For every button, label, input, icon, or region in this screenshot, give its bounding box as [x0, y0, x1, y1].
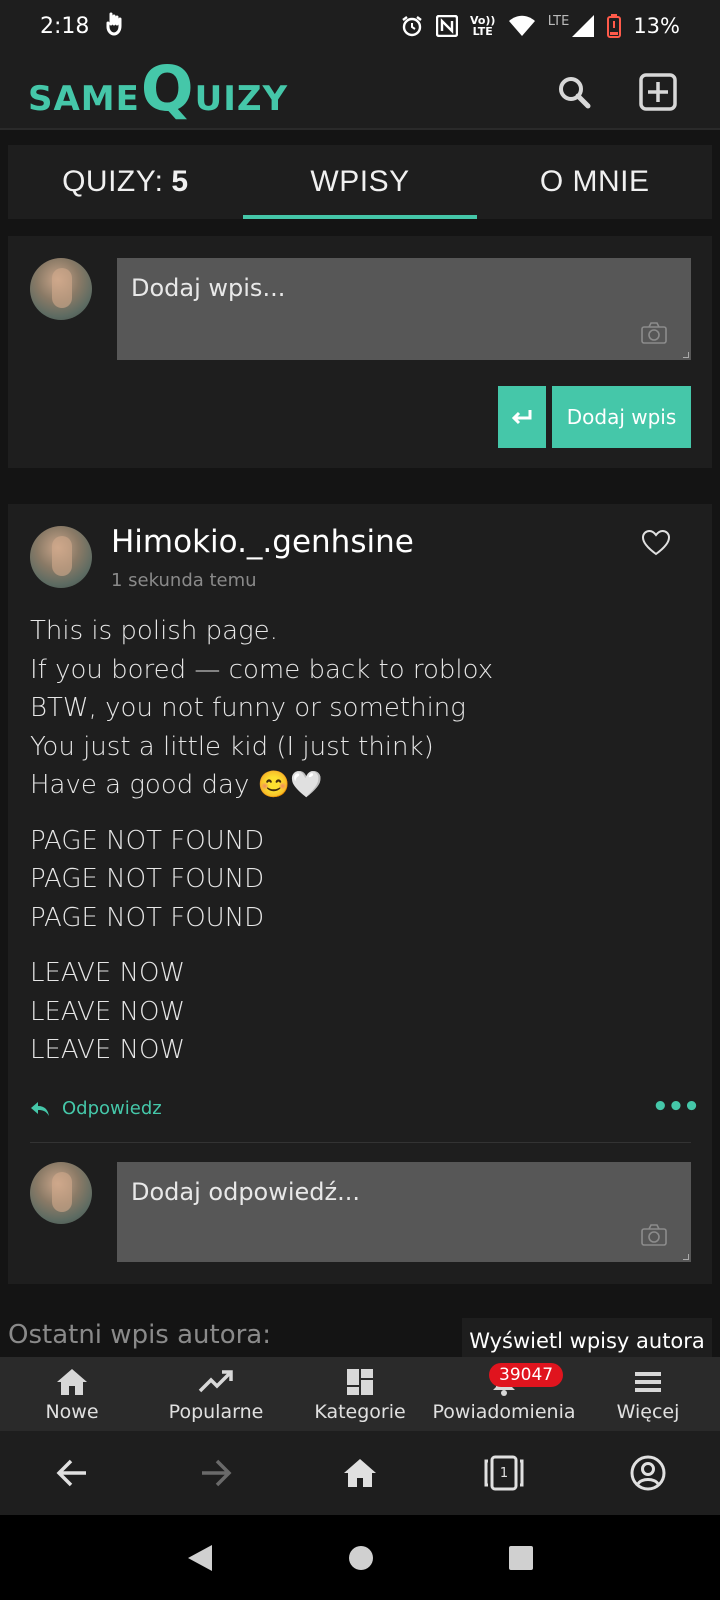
tab-wpisy[interactable]: WPISY	[242, 145, 478, 219]
resize-handle[interactable]	[683, 352, 689, 358]
add-entry-button[interactable]: Dodaj wpis	[552, 386, 691, 448]
trending-icon	[198, 1370, 233, 1393]
post-line: Have a good day 😊🤍	[30, 770, 323, 800]
logo-same: SAME	[28, 79, 140, 119]
app-bottom-nav: Nowe Popularne Kategorie 39047 Powiadomi…	[0, 1357, 720, 1431]
status-time: 2:18	[40, 13, 90, 39]
nav-kategorie-label: Kategorie	[314, 1401, 406, 1423]
nav-nowe[interactable]: Nowe	[0, 1357, 144, 1431]
add-quiz-icon[interactable]	[638, 72, 678, 112]
nav-wiecej[interactable]: Więcej	[576, 1357, 720, 1431]
tab-wpisy-label: WPISY	[310, 165, 410, 198]
enter-button[interactable]	[498, 386, 546, 448]
reply-label: Odpowiedz	[62, 1098, 162, 1119]
gesture-icon	[105, 12, 125, 41]
nav-wiecej-label: Więcej	[616, 1401, 680, 1423]
post-line: LEAVE NOW	[30, 958, 186, 988]
samequizy-logo[interactable]: SAME Q UIZY	[28, 58, 288, 120]
reply-placeholder: Dodaj odpowiedź...	[131, 1178, 361, 1206]
reply-input[interactable]: Dodaj odpowiedź...	[117, 1162, 691, 1262]
post-line: This is polish page.	[30, 616, 278, 646]
wifi-icon	[508, 15, 536, 37]
back-arrow-icon[interactable]	[0, 1458, 144, 1488]
camera-icon[interactable]	[641, 322, 667, 350]
divider	[30, 1142, 691, 1143]
author-username[interactable]: Himokio._.genhsine	[111, 524, 414, 560]
post-line: PAGE NOT FOUND	[30, 825, 265, 856]
post-paragraph: PAGE NOT FOUND PAGE NOT FOUND PAGE NOT F…	[30, 822, 690, 938]
alarm-icon	[400, 14, 424, 38]
profile-tabs: QUIZY: 5 WPISY O MNIE	[8, 145, 712, 219]
new-entry-placeholder: Dodaj wpis...	[131, 274, 286, 302]
browser-home-icon[interactable]	[288, 1457, 432, 1489]
tab-quizy-label: QUIZY:	[62, 165, 164, 198]
new-entry-input[interactable]: Dodaj wpis...	[117, 258, 691, 360]
reply-link[interactable]: Odpowiedz	[30, 1098, 162, 1119]
last-entry-heading: Ostatni wpis autora:	[8, 1320, 271, 1350]
signal-icon	[571, 14, 595, 38]
tabs-count: 1	[499, 1465, 509, 1481]
battery-percent: 13%	[633, 14, 680, 38]
nav-nowe-label: Nowe	[45, 1401, 99, 1423]
tab-o-mnie[interactable]: O MNIE	[477, 145, 712, 219]
system-nav-bar	[0, 1515, 720, 1600]
forward-arrow-icon[interactable]	[144, 1458, 288, 1488]
volte-icon: Vo)) LTE	[469, 14, 496, 38]
lte-label: LTE	[547, 14, 570, 29]
post-paragraph: LEAVE NOW LEAVE NOW LEAVE NOW	[30, 954, 690, 1070]
post-line: PAGE NOT FOUND	[30, 902, 265, 933]
post-line: PAGE NOT FOUND	[30, 864, 265, 894]
tabs-switcher-icon[interactable]: 1	[432, 1455, 576, 1491]
post-paragraph: This is polish page. If you bored — come…	[30, 612, 690, 805]
composer-card: Dodaj wpis... Dodaj wpis	[8, 236, 712, 468]
dashboard-icon	[347, 1369, 373, 1395]
enter-icon	[511, 410, 532, 425]
camera-icon[interactable]	[641, 1224, 667, 1252]
more-options-icon[interactable]: •••	[652, 1092, 700, 1122]
nfc-icon	[435, 15, 458, 37]
system-home-icon[interactable]	[347, 1544, 375, 1572]
nav-kategorie[interactable]: Kategorie	[288, 1357, 432, 1431]
avatar	[30, 258, 92, 320]
battery-icon	[607, 14, 622, 38]
logo-q: Q	[140, 52, 194, 125]
post-line: LEAVE NOW	[30, 1035, 186, 1065]
post-line: You just a little kid (I just think)	[30, 731, 434, 762]
tab-quizy[interactable]: QUIZY: 5	[8, 145, 243, 219]
post-line: LEAVE NOW	[30, 996, 186, 1027]
app-header: SAME Q UIZY	[0, 52, 720, 130]
reply-icon	[31, 1101, 49, 1116]
browser-nav: 1	[0, 1431, 720, 1515]
tab-o-mnie-label: O MNIE	[539, 165, 650, 198]
logo-uizy: UIZY	[194, 79, 289, 119]
menu-icon	[635, 1372, 661, 1392]
post-line: BTW, you not funny or something	[30, 693, 466, 723]
post-card: Himokio._.genhsine 1 sekunda temu This i…	[8, 504, 712, 1284]
post-timestamp: 1 sekunda temu	[111, 570, 257, 591]
nav-powiadomienia-label: Powiadomienia	[432, 1401, 576, 1423]
account-icon[interactable]	[576, 1455, 720, 1491]
nav-powiadomienia[interactable]: 39047 Powiadomienia	[432, 1357, 576, 1431]
nav-popularne[interactable]: Popularne	[144, 1357, 288, 1431]
post-line: If you bored — come back to roblox	[30, 654, 494, 685]
status-bar: 2:18 Vo)) LTE LTE 13%	[0, 0, 720, 52]
system-recents-icon[interactable]	[508, 1545, 534, 1571]
reply-avatar	[30, 1162, 92, 1224]
post-body: This is polish page. If you bored — come…	[30, 612, 690, 1087]
tab-quizy-count: 5	[171, 165, 189, 198]
search-icon[interactable]	[554, 72, 594, 112]
nav-popularne-label: Popularne	[168, 1401, 264, 1423]
heart-icon[interactable]	[641, 529, 671, 560]
resize-handle[interactable]	[683, 1254, 689, 1260]
author-avatar[interactable]	[30, 526, 92, 588]
notifications-badge: 39047	[489, 1363, 564, 1387]
home-icon	[57, 1369, 87, 1395]
system-back-icon[interactable]	[186, 1543, 214, 1573]
